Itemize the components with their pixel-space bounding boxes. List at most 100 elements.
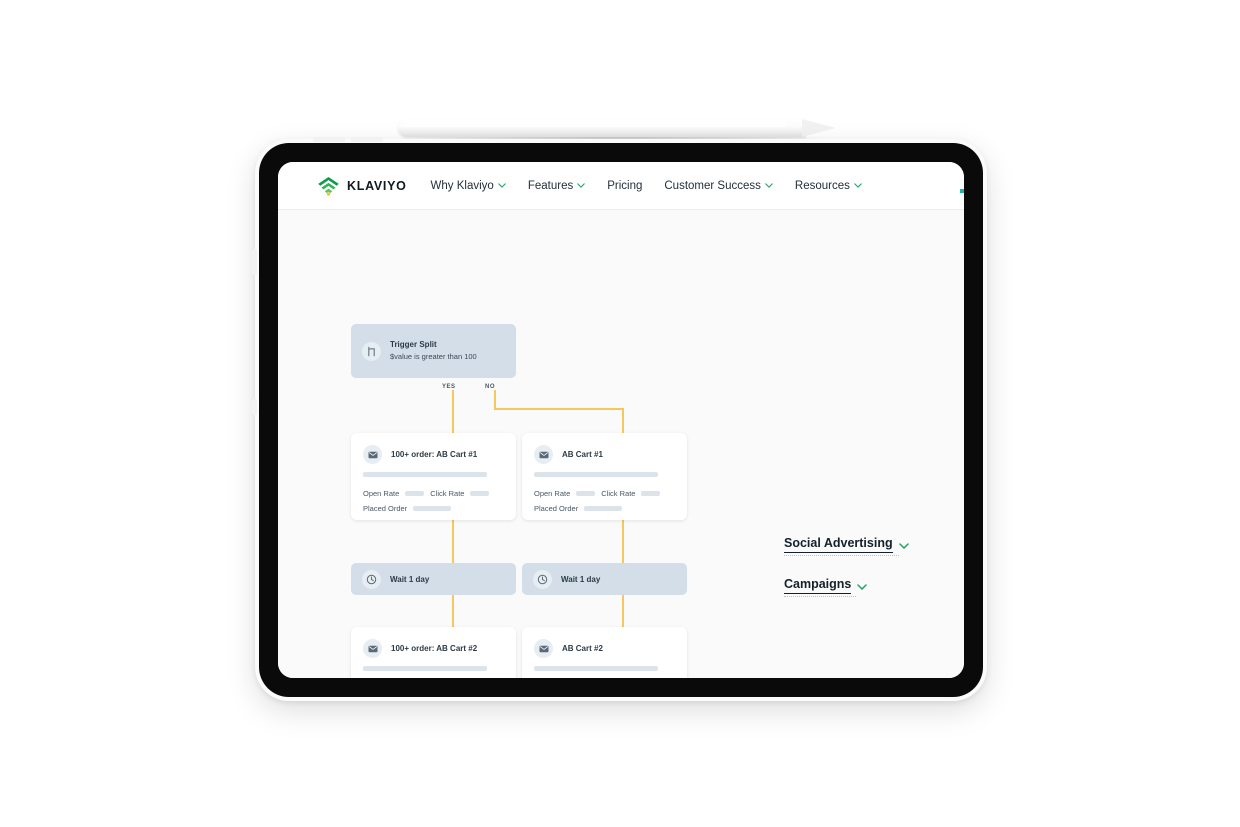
screenshot-stage: KLAVIYO Why Klaviyo Features Pricing Cus… xyxy=(0,0,1240,827)
chevron-down-icon xyxy=(857,584,868,590)
clock-icon xyxy=(533,569,552,589)
connector-no-down xyxy=(494,390,496,409)
stylus xyxy=(398,117,838,144)
side-link-underline xyxy=(784,596,856,597)
envelope-glyph xyxy=(539,451,548,458)
nav-item-resources[interactable]: Resources xyxy=(795,180,862,192)
nav-item-why-klaviyo[interactable]: Why Klaviyo xyxy=(431,180,506,192)
card-title: 100+ order: AB Cart #1 xyxy=(391,450,478,459)
connector-no-to-card2 xyxy=(622,408,624,433)
flow-card-ab-cart-2-no[interactable]: AB Cart #2 Open Rate Click Rate Pl xyxy=(522,627,687,678)
nav-item-label: Resources xyxy=(794,179,850,192)
card-skeleton-bar xyxy=(363,472,487,477)
connector-no-across xyxy=(494,408,624,410)
device-screen: KLAVIYO Why Klaviyo Features Pricing Cus… xyxy=(278,162,964,678)
metric-label-click-rate: Click Rate xyxy=(430,489,465,498)
metric-row-rates: Open Rate Click Rate xyxy=(534,489,674,498)
metric-value-click-rate xyxy=(470,491,490,496)
card-metrics: Open Rate Click Rate Placed Order xyxy=(534,489,674,513)
flow-canvas: Trigger Split $value is greater than 100… xyxy=(278,210,964,678)
side-link-label: Social Advertising xyxy=(784,536,893,553)
side-link-campaigns[interactable]: Campaigns xyxy=(784,577,909,597)
chevron-down-icon xyxy=(577,183,585,188)
card-header: AB Cart #1 xyxy=(534,445,674,464)
chevron-down-icon xyxy=(498,183,506,188)
power-button[interactable] xyxy=(252,249,257,275)
nav-item-customer-success[interactable]: Customer Success xyxy=(664,180,773,192)
volume-up-button[interactable] xyxy=(313,137,345,142)
brand-logo[interactable]: KLAVIYO xyxy=(317,176,407,196)
envelope-icon xyxy=(534,445,553,464)
device-bezel: KLAVIYO Why Klaviyo Features Pricing Cus… xyxy=(259,143,983,697)
metric-value-placed-order xyxy=(413,506,452,511)
envelope-icon xyxy=(363,445,382,464)
clock-icon xyxy=(362,569,381,589)
flow-node-wait-yes[interactable]: Wait 1 day xyxy=(351,563,516,595)
envelope-glyph xyxy=(368,645,377,652)
split-branch-icon xyxy=(362,341,381,361)
metric-row-placed-order: Placed Order xyxy=(363,504,503,513)
envelope-glyph xyxy=(539,645,548,652)
side-links-group: Social Advertising Campaigns xyxy=(784,536,909,618)
side-link-row: Campaigns xyxy=(784,577,909,594)
side-link-label: Campaigns xyxy=(784,577,852,594)
stylus-tip xyxy=(802,119,836,137)
side-link-underline xyxy=(784,555,899,556)
card-header: AB Cart #2 xyxy=(534,639,674,658)
stylus-body xyxy=(398,119,806,137)
nav-clipped-accent xyxy=(960,189,964,193)
metric-value-placed-order xyxy=(584,506,623,511)
card-skeleton-bar xyxy=(534,666,658,671)
envelope-icon xyxy=(534,639,553,658)
flow-card-ab-cart-1-no[interactable]: AB Cart #1 Open Rate Click Rate Placed O… xyxy=(522,433,687,520)
metric-row-rates: Open Rate Click Rate xyxy=(363,489,503,498)
metric-label-placed-order: Placed Order xyxy=(534,504,579,513)
nav-item-features[interactable]: Features xyxy=(528,180,585,192)
metric-label-open-rate: Open Rate xyxy=(534,489,571,498)
nav-item-pricing[interactable]: Pricing xyxy=(607,180,642,192)
metric-value-open-rate xyxy=(576,491,596,496)
card-title: AB Cart #2 xyxy=(562,644,603,653)
metric-label-click-rate: Click Rate xyxy=(601,489,636,498)
metric-row-placed-order: Placed Order xyxy=(534,504,674,513)
metric-value-click-rate xyxy=(641,491,661,496)
envelope-glyph xyxy=(368,451,377,458)
klaviyo-arc-logo-icon xyxy=(318,176,339,196)
flow-card-ab-cart-2-yes[interactable]: 100+ order: AB Cart #2 Open Rate Click R… xyxy=(351,627,516,678)
card-header: 100+ order: AB Cart #2 xyxy=(363,639,503,658)
card-metrics: Open Rate Click Rate Placed Order xyxy=(363,489,503,513)
metric-value-open-rate xyxy=(405,491,425,496)
split-text-group: Trigger Split $value is greater than 100 xyxy=(390,340,477,362)
split-title: Trigger Split xyxy=(390,340,437,350)
tablet-device: KLAVIYO Why Klaviyo Features Pricing Cus… xyxy=(252,137,987,701)
site-navbar: KLAVIYO Why Klaviyo Features Pricing Cus… xyxy=(278,162,964,210)
connector-card2-to-wait2 xyxy=(622,520,624,563)
card-title: AB Cart #1 xyxy=(562,450,603,459)
card-skeleton-bar xyxy=(534,472,658,477)
nav-item-label: Pricing xyxy=(607,179,643,192)
nav-item-label: Features xyxy=(527,179,574,192)
brand-name: KLAVIYO xyxy=(347,178,407,193)
connector-card1-to-wait1 xyxy=(452,520,454,563)
metric-label-placed-order: Placed Order xyxy=(363,504,408,513)
card-skeleton-bar xyxy=(363,666,487,671)
flow-card-ab-cart-1-yes[interactable]: 100+ order: AB Cart #1 Open Rate Click R… xyxy=(351,433,516,520)
nav-item-label: Customer Success xyxy=(664,179,761,192)
metric-label-open-rate: Open Rate xyxy=(363,489,400,498)
split-branch-glyph xyxy=(368,346,375,356)
chevron-down-icon xyxy=(765,183,773,188)
side-link-social-advertising[interactable]: Social Advertising xyxy=(784,536,909,556)
connector-yes-to-card1 xyxy=(452,390,454,433)
card-title: 100+ order: AB Cart #2 xyxy=(391,644,478,653)
flow-node-wait-no[interactable]: Wait 1 day xyxy=(522,563,687,595)
volume-down-button[interactable] xyxy=(351,137,383,142)
flow-node-trigger-split[interactable]: Trigger Split $value is greater than 100 xyxy=(351,324,516,378)
wait-title: Wait 1 day xyxy=(390,574,430,584)
envelope-icon xyxy=(363,639,382,658)
nav-item-label: Why Klaviyo xyxy=(430,179,494,192)
clock-glyph xyxy=(366,574,377,584)
chevron-down-icon xyxy=(898,543,909,549)
split-condition: $value is greater than 100 xyxy=(390,351,477,361)
side-link-row: Social Advertising xyxy=(784,536,909,553)
chevron-down-icon xyxy=(854,183,862,188)
